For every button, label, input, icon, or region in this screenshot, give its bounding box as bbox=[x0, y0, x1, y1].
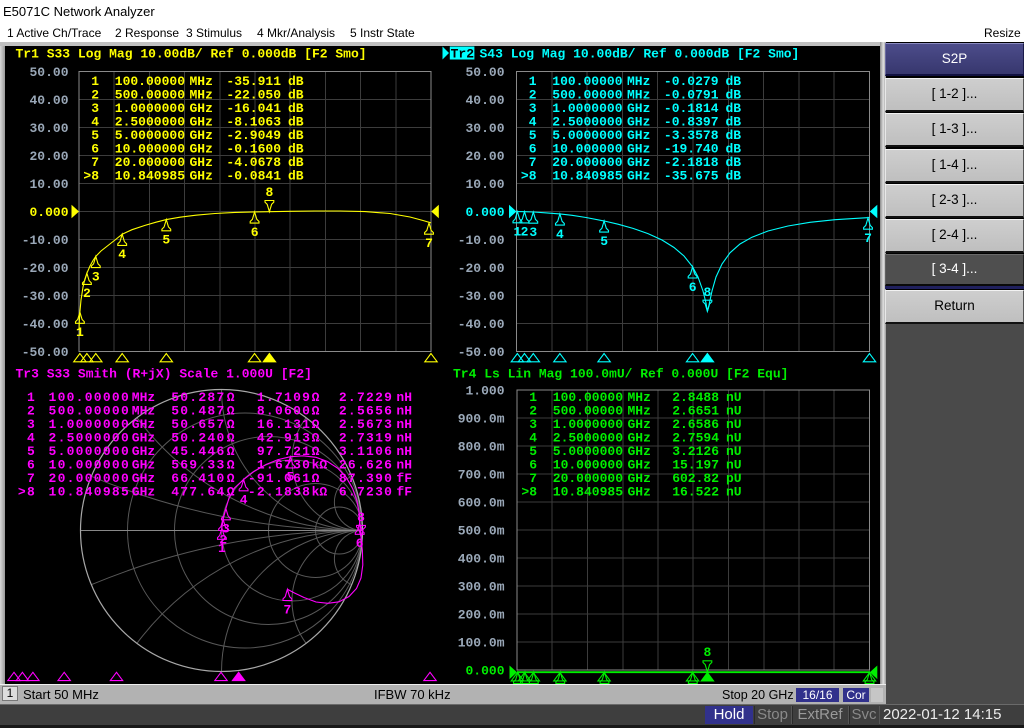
svg-text:7: 7 bbox=[283, 602, 291, 617]
svg-text:4: 4 bbox=[240, 493, 248, 508]
svg-text:-0.0841: -0.0841 bbox=[226, 169, 281, 184]
svg-text:-40.00: -40.00 bbox=[22, 317, 69, 332]
svg-text:3: 3 bbox=[222, 522, 230, 537]
svg-text:0.000: 0.000 bbox=[29, 205, 68, 220]
svg-text:Ω: Ω bbox=[227, 485, 235, 500]
svg-text:10.840985: 10.840985 bbox=[115, 169, 185, 184]
svg-text:>8: >8 bbox=[521, 169, 537, 184]
svg-text:2: 2 bbox=[521, 225, 529, 240]
svg-text:50.00: 50.00 bbox=[465, 65, 504, 80]
svg-text:Tr2: Tr2 bbox=[451, 47, 475, 62]
svg-text:200.0m: 200.0m bbox=[458, 608, 505, 623]
svg-text:10.00: 10.00 bbox=[29, 177, 68, 192]
svg-text:20.00: 20.00 bbox=[465, 149, 504, 164]
svg-text:30.00: 30.00 bbox=[29, 121, 68, 136]
svg-text:30.00: 30.00 bbox=[465, 121, 504, 136]
svg-text:Tr1 S33 Log Mag 10.00dB/ Ref 0: Tr1 S33 Log Mag 10.00dB/ Ref 0.000dB [F2… bbox=[16, 47, 367, 62]
svg-text:900.0m: 900.0m bbox=[458, 412, 505, 427]
svg-text:dB: dB bbox=[288, 169, 304, 184]
svg-text:40.00: 40.00 bbox=[29, 93, 68, 108]
svg-text:8: 8 bbox=[703, 645, 711, 660]
svg-text:-10.00: -10.00 bbox=[22, 233, 69, 248]
svg-text:7: 7 bbox=[425, 236, 433, 251]
svg-text:>8: >8 bbox=[18, 485, 36, 500]
svg-text:8: 8 bbox=[357, 510, 365, 525]
svg-text:2: 2 bbox=[83, 286, 91, 301]
svg-text:400.0m: 400.0m bbox=[458, 552, 505, 567]
svg-text:5: 5 bbox=[162, 233, 170, 248]
svg-text:20.00: 20.00 bbox=[29, 149, 68, 164]
svg-text:10.00: 10.00 bbox=[465, 177, 504, 192]
svg-text:nU: nU bbox=[726, 485, 742, 500]
svg-text:-20.00: -20.00 bbox=[458, 261, 505, 276]
svg-text:dB: dB bbox=[726, 169, 742, 184]
svg-text:-2.1838: -2.1838 bbox=[248, 485, 311, 500]
svg-text:GHz: GHz bbox=[628, 485, 651, 500]
svg-text:8: 8 bbox=[703, 285, 711, 300]
svg-text:-35.675: -35.675 bbox=[664, 169, 719, 184]
svg-text:Tr4 Ls Lin Mag 100.0mU/ Ref 0.: Tr4 Ls Lin Mag 100.0mU/ Ref 0.000U [F2 E… bbox=[453, 367, 788, 382]
svg-text:40.00: 40.00 bbox=[465, 93, 504, 108]
svg-text:600.0m: 600.0m bbox=[458, 496, 505, 511]
svg-text:300.0m: 300.0m bbox=[458, 580, 505, 595]
svg-text:-10.00: -10.00 bbox=[458, 233, 505, 248]
svg-text:0.000: 0.000 bbox=[465, 664, 504, 679]
svg-text:477.64: 477.64 bbox=[171, 485, 225, 500]
svg-text:-40.00: -40.00 bbox=[458, 317, 505, 332]
svg-text:50.00: 50.00 bbox=[29, 65, 68, 80]
svg-text:6.7230: 6.7230 bbox=[339, 485, 393, 500]
svg-text:8: 8 bbox=[265, 185, 273, 200]
svg-text:10.840985: 10.840985 bbox=[552, 169, 622, 184]
svg-text:>8: >8 bbox=[83, 169, 99, 184]
svg-text:fF: fF bbox=[396, 485, 412, 500]
svg-text:-50.00: -50.00 bbox=[458, 345, 505, 360]
svg-text:6: 6 bbox=[251, 225, 259, 240]
svg-text:S43 Log Mag 10.00dB/ Ref 0.000: S43 Log Mag 10.00dB/ Ref 0.000dB [F2 Smo… bbox=[480, 47, 800, 62]
svg-text:7: 7 bbox=[864, 231, 872, 246]
svg-text:10.840985: 10.840985 bbox=[49, 485, 130, 500]
svg-text:5: 5 bbox=[600, 234, 608, 249]
svg-text:4: 4 bbox=[118, 247, 126, 262]
svg-text:Tr3 S33 Smith (R+jX) Scale 1.0: Tr3 S33 Smith (R+jX) Scale 1.000U [F2] bbox=[16, 367, 312, 382]
svg-text:700.0m: 700.0m bbox=[458, 468, 505, 483]
svg-text:>8: >8 bbox=[521, 485, 537, 500]
svg-text:0.000: 0.000 bbox=[465, 205, 504, 220]
svg-text:6: 6 bbox=[356, 536, 364, 551]
svg-text:GHz: GHz bbox=[132, 485, 155, 500]
svg-text:-30.00: -30.00 bbox=[22, 289, 69, 304]
svg-text:-20.00: -20.00 bbox=[22, 261, 69, 276]
svg-text:800.0m: 800.0m bbox=[458, 440, 505, 455]
svg-text:-50.00: -50.00 bbox=[22, 345, 69, 360]
svg-text:GHz: GHz bbox=[627, 169, 650, 184]
svg-text:4: 4 bbox=[556, 227, 564, 242]
svg-text:16.522: 16.522 bbox=[672, 485, 719, 500]
svg-text:10.840985: 10.840985 bbox=[553, 485, 623, 500]
svg-text:3: 3 bbox=[92, 269, 100, 284]
svg-text:6: 6 bbox=[689, 280, 697, 295]
svg-text:kΩ: kΩ bbox=[312, 485, 328, 500]
svg-text:100.0m: 100.0m bbox=[458, 636, 505, 651]
svg-text:1: 1 bbox=[76, 325, 84, 340]
svg-text:-30.00: -30.00 bbox=[458, 289, 505, 304]
svg-text:500.0m: 500.0m bbox=[458, 524, 505, 539]
svg-text:1.000: 1.000 bbox=[465, 384, 504, 399]
svg-text:3: 3 bbox=[529, 225, 537, 240]
svg-text:GHz: GHz bbox=[190, 169, 213, 184]
